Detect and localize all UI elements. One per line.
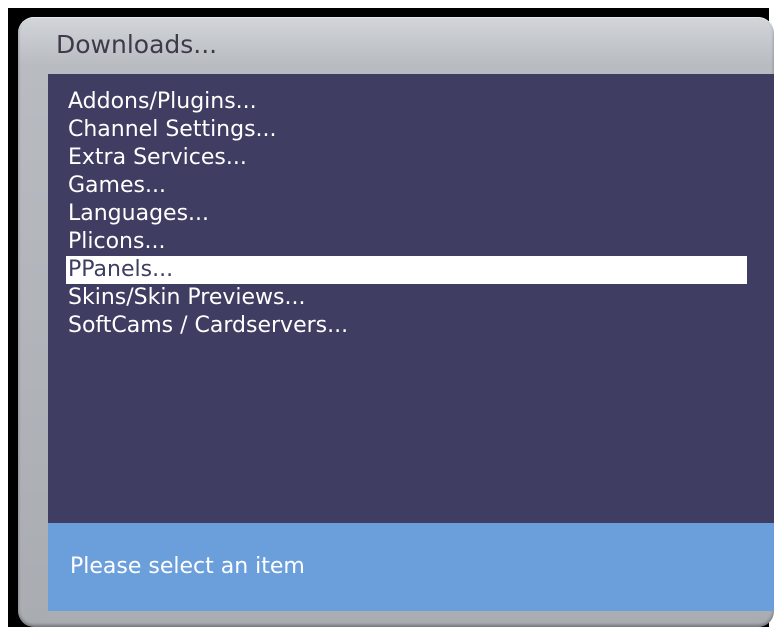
menu-item-channel-settings[interactable]: Channel Settings... bbox=[66, 116, 747, 144]
menu-item-plicons[interactable]: Plicons... bbox=[66, 228, 747, 256]
downloads-window: Downloads... Addons/Plugins... Channel S… bbox=[8, 8, 774, 627]
menu-item-skins-previews[interactable]: Skins/Skin Previews... bbox=[66, 284, 747, 312]
status-bar: Please select an item bbox=[48, 523, 774, 611]
menu-item-ppanels[interactable]: PPanels... bbox=[66, 256, 747, 284]
window-frame: Downloads... Addons/Plugins... Channel S… bbox=[18, 17, 774, 627]
menu-item-extra-services[interactable]: Extra Services... bbox=[66, 144, 747, 172]
menu-item-addons-plugins[interactable]: Addons/Plugins... bbox=[66, 88, 747, 116]
menu-item-softcams-cardservers[interactable]: SoftCams / Cardservers... bbox=[66, 312, 747, 340]
download-category-list: Addons/Plugins... Channel Settings... Ex… bbox=[48, 88, 774, 340]
menu-list-panel: Addons/Plugins... Channel Settings... Ex… bbox=[48, 74, 774, 523]
menu-item-games[interactable]: Games... bbox=[66, 172, 747, 200]
window-title: Downloads... bbox=[56, 30, 218, 59]
menu-item-languages[interactable]: Languages... bbox=[66, 200, 747, 228]
status-text: Please select an item bbox=[70, 554, 305, 579]
